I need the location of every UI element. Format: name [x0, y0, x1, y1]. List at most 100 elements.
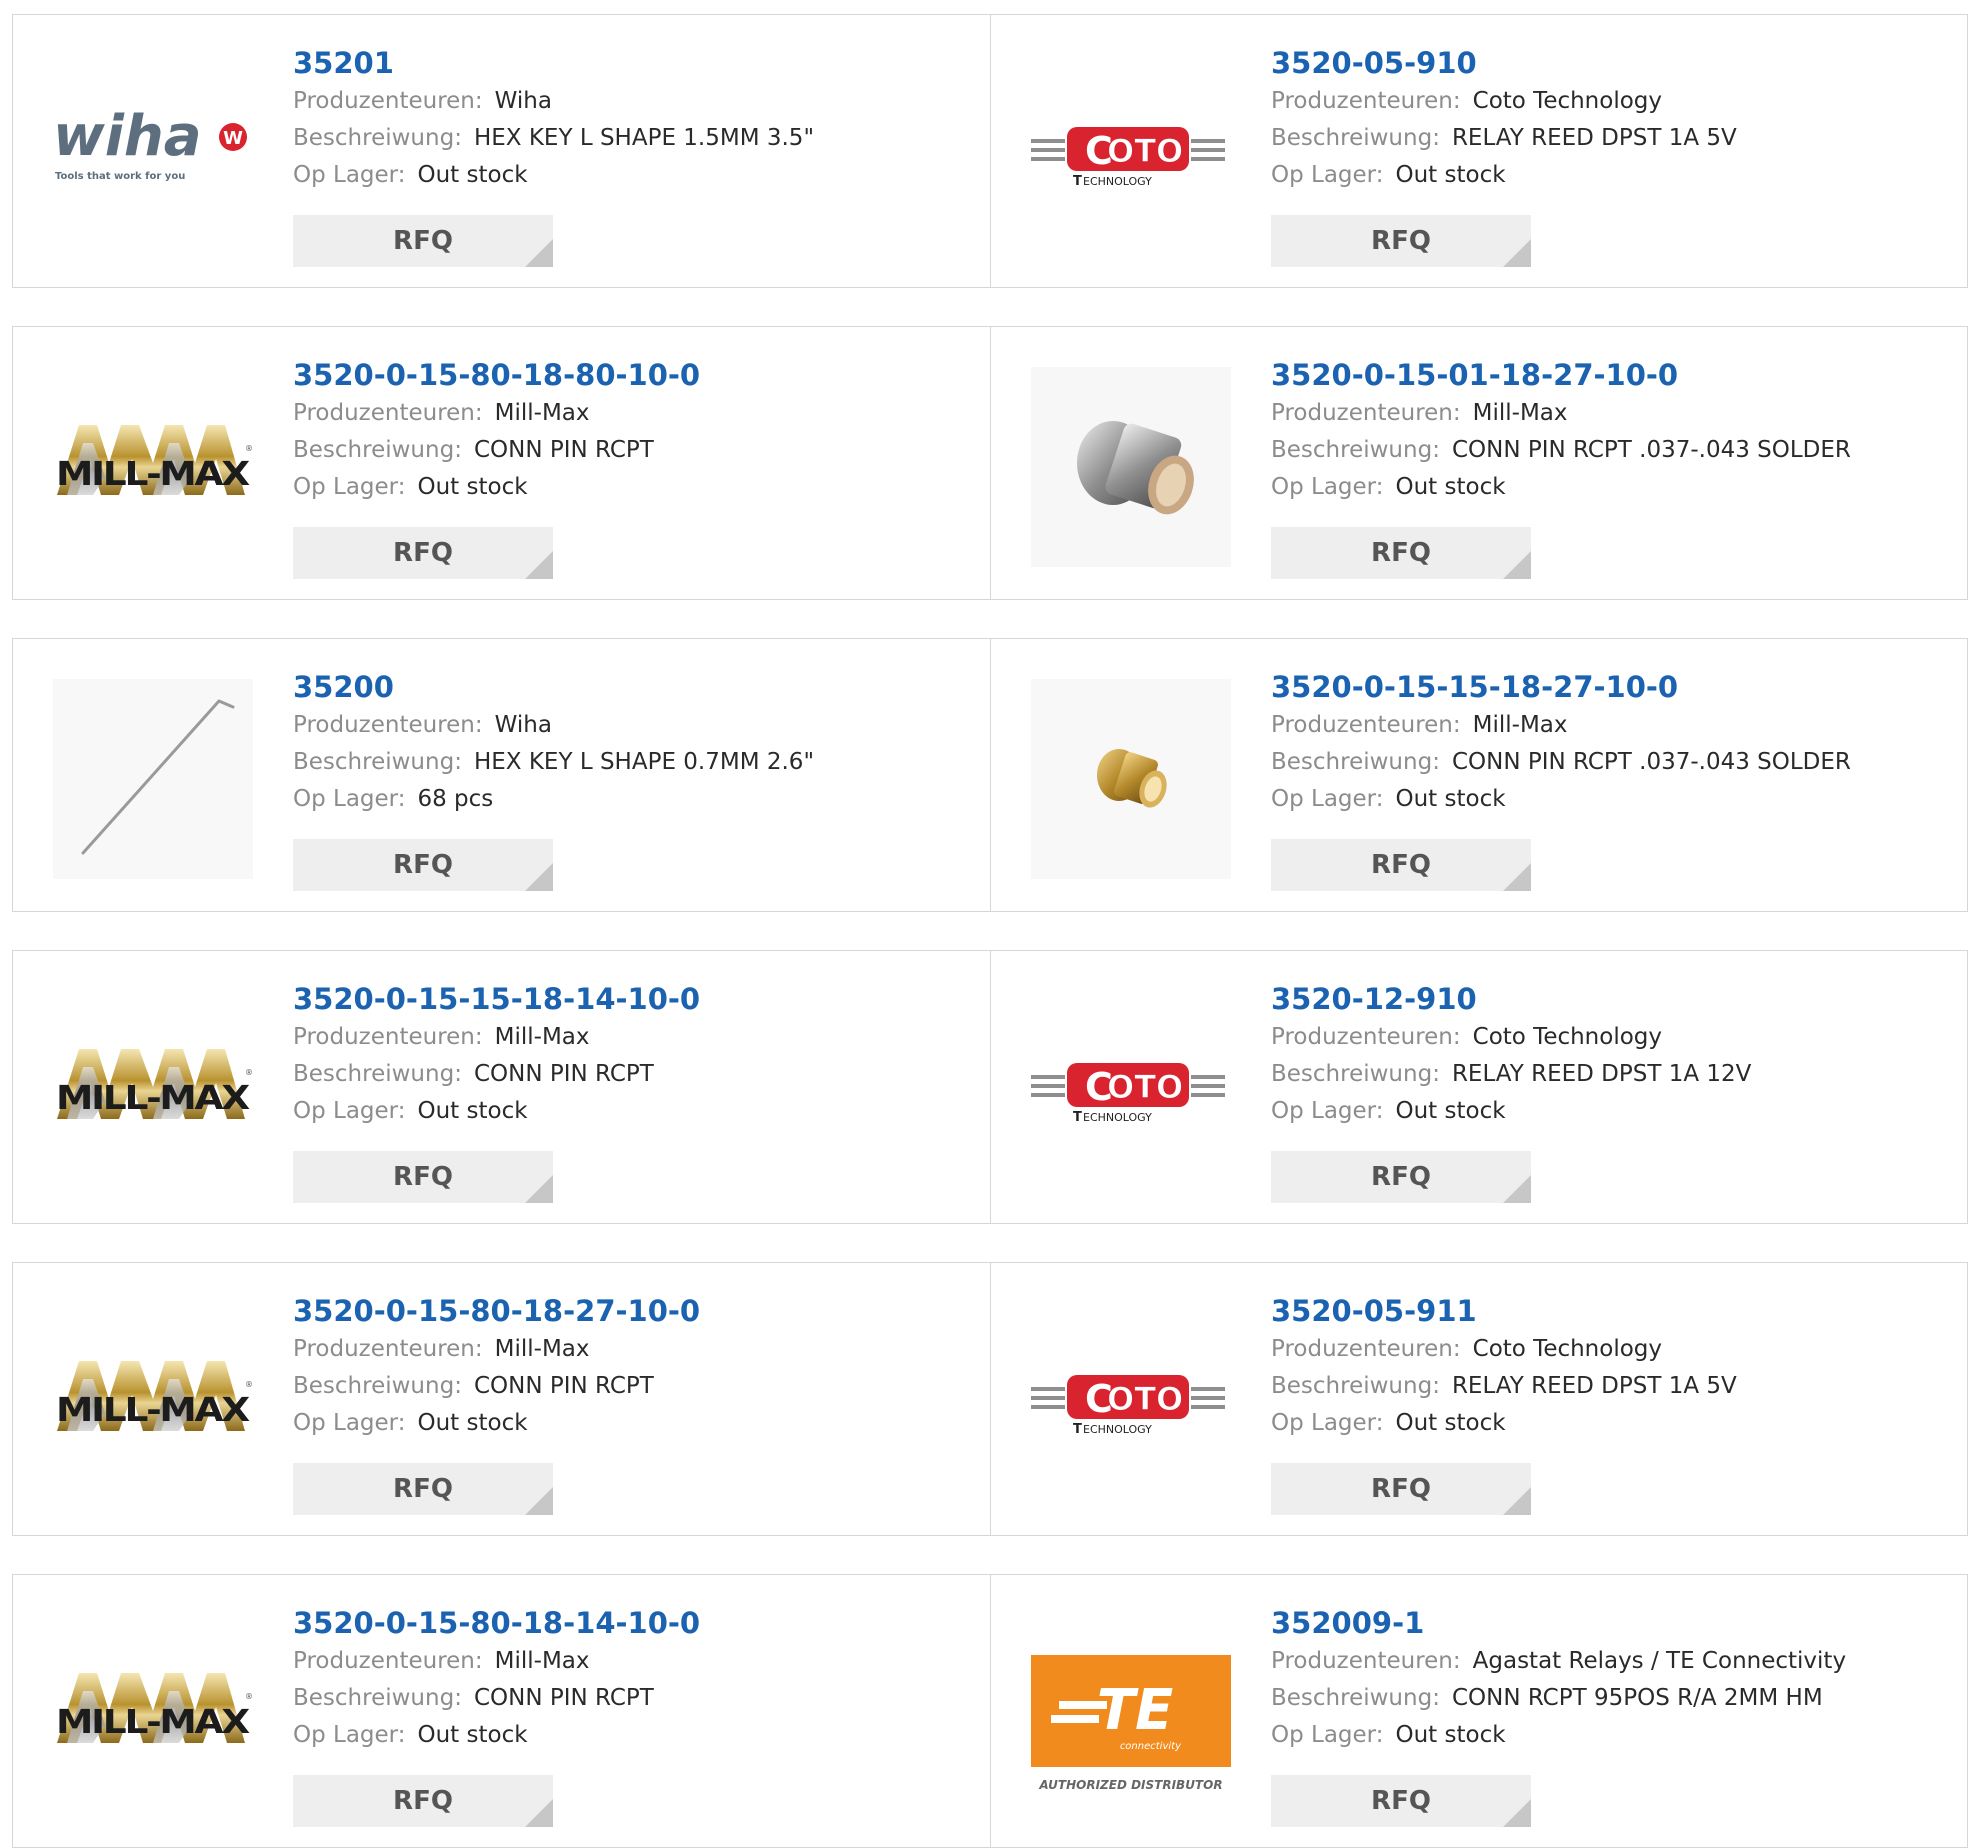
manufacturer-line: Produzenteuren: Mill-Max — [1271, 707, 1957, 744]
product-info: 3520-0-15-80-18-27-10-0 Produzenteuren: Mi… — [293, 1291, 980, 1442]
stock-value: Out stock — [1395, 1410, 1506, 1436]
product-image[interactable] — [1031, 367, 1231, 567]
corner-triangle-icon — [1503, 1799, 1531, 1827]
silver-pin-photo — [1031, 367, 1231, 567]
millmax-logo: MILL-MAX® — [56, 1673, 253, 1743]
part-number-link[interactable]: 3520-0-15-01-18-27-10-0 — [1271, 355, 1957, 395]
manufacturer-label: Produzenteuren: — [293, 88, 483, 114]
manufacturer-value: Mill-Max — [1472, 712, 1568, 738]
product-image[interactable]: MILL-MAX ® — [53, 1303, 253, 1503]
part-number-link[interactable]: 35200 — [293, 667, 980, 707]
manufacturer-line: Produzenteuren: Coto Technology — [1271, 1019, 1957, 1056]
rfq-label: RFQ — [393, 538, 453, 568]
rfq-button[interactable]: RFQ — [293, 1463, 553, 1515]
part-number-link[interactable]: 3520-12-910 — [1271, 979, 1957, 1019]
part-number-link[interactable]: 35201 — [293, 43, 980, 83]
rfq-button[interactable]: RFQ — [293, 215, 553, 267]
description-label: Beschreiwung: — [293, 1061, 462, 1087]
stock-line: Op Lager: Out stock — [293, 1093, 980, 1130]
stock-value: Out stock — [1395, 474, 1506, 500]
stock-line: Op Lager: 68 pcs — [293, 781, 980, 818]
product-image[interactable] — [53, 679, 253, 879]
manufacturer-line: Produzenteuren: Wiha — [293, 83, 980, 120]
manufacturer-line: Produzenteuren: Agastat Relays / TE Conne… — [1271, 1643, 1957, 1680]
description-value: CONN PIN RCPT — [473, 437, 654, 463]
rfq-button[interactable]: RFQ — [293, 1151, 553, 1203]
manufacturer-line: Produzenteuren: Wiha — [293, 707, 980, 744]
product-image[interactable]: C OTO T ECHNOLOGY — [1031, 55, 1231, 255]
rfq-label: RFQ — [1371, 850, 1431, 880]
product-image[interactable]: MILL-MAX ® — [53, 1615, 253, 1815]
part-number-link[interactable]: 3520-05-910 — [1271, 43, 1957, 83]
part-number-link[interactable]: 3520-0-15-80-18-14-10-0 — [293, 1603, 980, 1643]
description-value: CONN RCPT 95POS R/A 2MM HM — [1451, 1685, 1823, 1711]
product-card: MILL-MAX ® 3520-0-15-15-18-14-10-0 Produzen… — [13, 951, 990, 1223]
product-image[interactable] — [1031, 679, 1231, 879]
stock-label: Op Lager: — [1271, 162, 1384, 188]
svg-text:Tools that work for you: Tools that work for you — [55, 171, 185, 182]
product-info: 3520-12-910 Produzenteuren: Coto Technolog… — [1271, 979, 1957, 1130]
part-number-link[interactable]: 3520-0-15-80-18-27-10-0 — [293, 1291, 980, 1331]
hex-key-photo — [53, 679, 253, 879]
rfq-button[interactable]: RFQ — [1271, 215, 1531, 267]
rfq-label: RFQ — [1371, 538, 1431, 568]
svg-text:OTO: OTO — [1107, 1068, 1183, 1106]
rfq-button[interactable]: RFQ — [1271, 1463, 1531, 1515]
manufacturer-line: Produzenteuren: Mill-Max — [1271, 395, 1957, 432]
description-line: Beschreiwung: CONN PIN RCPT — [293, 1056, 980, 1093]
description-value: HEX KEY L SHAPE 1.5MM 3.5" — [473, 125, 815, 151]
corner-triangle-icon — [525, 1487, 553, 1515]
rfq-button[interactable]: RFQ — [293, 839, 553, 891]
product-image[interactable]: wiha W Tools that work for you — [53, 55, 253, 255]
stock-line: Op Lager: Out stock — [1271, 781, 1957, 818]
part-number-link[interactable]: 352009-1 — [1271, 1603, 1957, 1643]
part-number-link[interactable]: 3520-0-15-80-18-80-10-0 — [293, 355, 980, 395]
rfq-button[interactable]: RFQ — [1271, 1151, 1531, 1203]
manufacturer-label: Produzenteuren: — [293, 712, 483, 738]
svg-text:W: W — [223, 128, 243, 149]
manufacturer-label: Produzenteuren: — [293, 400, 483, 426]
description-line: Beschreiwung: RELAY REED DPST 1A 12V — [1271, 1056, 1957, 1093]
wiha-logo: wiha W Tools that work for you — [53, 104, 247, 182]
corner-triangle-icon — [1503, 1487, 1531, 1515]
stock-value: Out stock — [1395, 162, 1506, 188]
product-info: 3520-05-911 Produzenteuren: Coto Technolog… — [1271, 1291, 1957, 1442]
rfq-button[interactable]: RFQ — [1271, 527, 1531, 579]
rfq-button[interactable]: RFQ — [1271, 839, 1531, 891]
product-image[interactable]: TE connectivity AUTHORIZED DISTRIBUTOR — [1031, 1615, 1231, 1815]
manufacturer-value: Coto Technology — [1472, 1336, 1663, 1362]
part-number-link[interactable]: 3520-0-15-15-18-27-10-0 — [1271, 667, 1957, 707]
svg-text:AUTHORIZED DISTRIBUTOR: AUTHORIZED DISTRIBUTOR — [1038, 1778, 1222, 1792]
product-image[interactable]: MILL-MAX ® — [53, 991, 253, 1191]
product-row: MILL-MAX ® 3520-0-15-80-18-80-10-0 Produzen… — [12, 326, 1968, 600]
corner-triangle-icon — [1503, 1175, 1531, 1203]
stock-label: Op Lager: — [1271, 1098, 1384, 1124]
rfq-button[interactable]: RFQ — [293, 1775, 553, 1827]
rfq-label: RFQ — [393, 850, 453, 880]
product-info: 3520-05-910 Produzenteuren: Coto Technolog… — [1271, 43, 1957, 194]
part-number-link[interactable]: 3520-05-911 — [1271, 1291, 1957, 1331]
rfq-button[interactable]: RFQ — [293, 527, 553, 579]
gold-pin-photo — [1031, 679, 1231, 879]
corner-triangle-icon — [525, 863, 553, 891]
product-image[interactable]: C OTO T ECHNOLOGY — [1031, 991, 1231, 1191]
description-line: Beschreiwung: CONN PIN RCPT — [293, 1368, 980, 1405]
stock-line: Op Lager: Out stock — [293, 1717, 980, 1754]
product-image[interactable]: C OTO T ECHNOLOGY — [1031, 1303, 1231, 1503]
description-label: Beschreiwung: — [1271, 1061, 1440, 1087]
stock-label: Op Lager: — [1271, 1410, 1384, 1436]
manufacturer-label: Produzenteuren: — [1271, 1648, 1461, 1674]
svg-text:ECHNOLOGY: ECHNOLOGY — [1083, 1423, 1152, 1436]
rfq-label: RFQ — [393, 1786, 453, 1816]
product-image[interactable]: MILL-MAX ® — [53, 367, 253, 567]
description-line: Beschreiwung: CONN PIN RCPT .037-.043 SOL… — [1271, 744, 1957, 781]
manufacturer-label: Produzenteuren: — [293, 1648, 483, 1674]
stock-value: Out stock — [417, 1410, 528, 1436]
stock-line: Op Lager: Out stock — [1271, 1717, 1957, 1754]
product-info: 3520-0-15-01-18-27-10-0 Produzenteuren: Mi… — [1271, 355, 1957, 506]
part-number-link[interactable]: 3520-0-15-15-18-14-10-0 — [293, 979, 980, 1019]
rfq-button[interactable]: RFQ — [1271, 1775, 1531, 1827]
te-logo: TEconnectivity AUTHORIZED DISTRIBUTOR — [1031, 1655, 1231, 1792]
manufacturer-value: Mill-Max — [494, 1336, 590, 1362]
product-card: MILL-MAX ® 3520-0-15-80-18-27-10-0 Produzen… — [13, 1263, 990, 1535]
